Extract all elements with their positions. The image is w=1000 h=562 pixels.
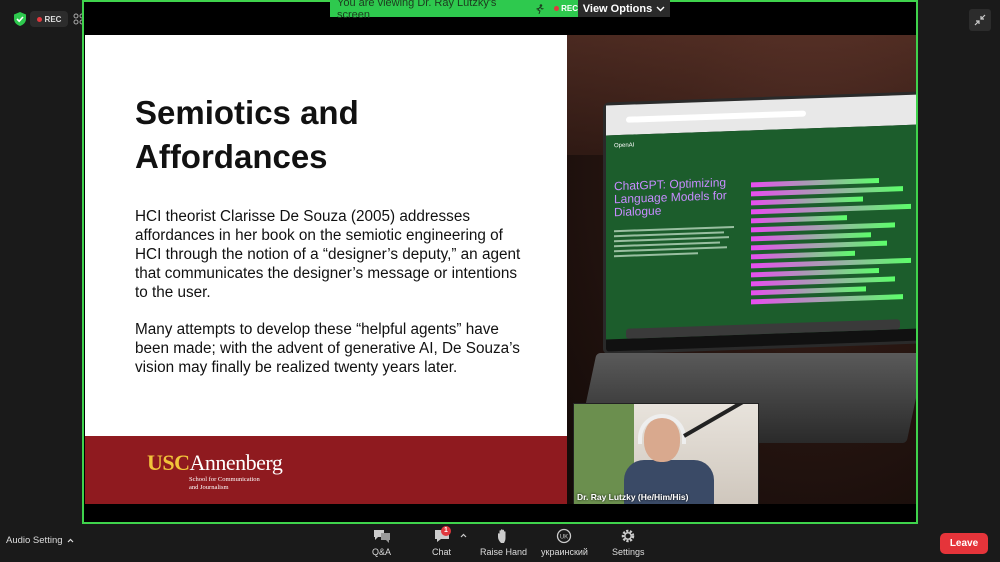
meeting-toolbar: Audio Setting Q&A 1 Chat Raise Hand UK у… bbox=[0, 524, 1000, 562]
laptop-photo: OpenAI ChatGPT: Optimizing Language Mode… bbox=[567, 35, 916, 504]
slide-footer: USCAnnenberg School for Communication an… bbox=[85, 436, 567, 504]
laptop-screen: OpenAI ChatGPT: Optimizing Language Mode… bbox=[603, 91, 916, 355]
openai-logo: OpenAI bbox=[614, 142, 635, 150]
qa-button[interactable]: Q&A bbox=[372, 528, 391, 557]
banner-rec-indicator: REC bbox=[554, 4, 578, 13]
viewing-screen-text: You are viewing Dr. Ray Lutzky's screen bbox=[337, 0, 497, 21]
microphone-arm bbox=[683, 404, 755, 438]
exit-fullscreen-button[interactable] bbox=[969, 9, 991, 31]
shared-screen: Semiotics and Affordances HCI theorist C… bbox=[82, 0, 918, 524]
logo-subtitle: School for Communication and Journalism bbox=[189, 476, 289, 492]
language-icon: UK bbox=[557, 528, 572, 544]
raise-hand-button[interactable]: Raise Hand bbox=[480, 528, 527, 557]
logo-subtitle-line: and Journalism bbox=[189, 484, 229, 491]
chatgpt-headline: ChatGPT: Optimizing Language Models for … bbox=[614, 175, 727, 220]
chevron-up-icon bbox=[67, 538, 73, 543]
qa-icon bbox=[373, 530, 390, 543]
exit-fullscreen-icon bbox=[974, 14, 986, 26]
openai-webpage: OpenAI ChatGPT: Optimizing Language Mode… bbox=[606, 124, 916, 340]
gradient-stripes bbox=[751, 177, 911, 333]
settings-icon bbox=[622, 529, 635, 543]
language-interpretation-button[interactable]: UK украинский bbox=[541, 528, 588, 557]
chatgpt-body-text bbox=[614, 226, 734, 260]
slide-paragraph-1: HCI theorist Clarisse De Souza (2005) ad… bbox=[135, 208, 521, 301]
chat-label: Chat bbox=[432, 547, 452, 557]
raise-hand-label: Raise Hand bbox=[480, 547, 528, 557]
presentation-slide: Semiotics and Affordances HCI theorist C… bbox=[85, 35, 567, 504]
shield-check-icon[interactable] bbox=[14, 12, 26, 26]
view-options-button[interactable]: View Options bbox=[578, 0, 670, 17]
slide-paragraph-2: Many attempts to develop these “helpful … bbox=[135, 321, 520, 376]
participant-video[interactable]: Dr. Ray Lutzky (He/Him/His) bbox=[573, 403, 759, 504]
headset-icon bbox=[638, 414, 686, 444]
participant-name: Dr. Ray Lutzky (He/Him/His) bbox=[577, 492, 689, 502]
language-label: украинский bbox=[541, 547, 588, 557]
logo-usc-text: USC bbox=[147, 450, 190, 475]
banner-rec-label: REC bbox=[561, 4, 578, 13]
logo-subtitle-line: School for Communication bbox=[189, 476, 260, 483]
settings-label: Settings bbox=[612, 547, 645, 557]
running-man-icon bbox=[536, 3, 544, 14]
slide-title-line: Semiotics and bbox=[135, 94, 359, 131]
chevron-up-icon[interactable] bbox=[460, 533, 467, 538]
audio-setting-button[interactable]: Audio Setting bbox=[6, 535, 74, 546]
rec-dot-icon bbox=[36, 16, 42, 22]
zoom-meeting-window: REC Semiotics and Affordances HCI theori… bbox=[0, 0, 1000, 562]
rec-label: REC bbox=[44, 14, 62, 24]
browser-url-bar bbox=[626, 110, 806, 123]
chat-unread-badge: 1 bbox=[441, 526, 451, 536]
slide-title: Semiotics and Affordances bbox=[135, 91, 515, 179]
svg-text:UK: UK bbox=[560, 535, 568, 541]
rec-dot-icon bbox=[554, 6, 560, 11]
logo-annenberg-text: Annenberg bbox=[189, 450, 283, 475]
recording-indicator[interactable]: REC bbox=[30, 11, 68, 27]
qa-label: Q&A bbox=[372, 547, 392, 557]
leave-button[interactable]: Leave bbox=[940, 533, 988, 554]
raise-hand-icon bbox=[497, 529, 506, 543]
settings-button[interactable]: Settings bbox=[612, 528, 645, 557]
screen-share-banner: You are viewing Dr. Ray Lutzky's screen … bbox=[330, 0, 578, 21]
chevron-down-icon bbox=[656, 6, 665, 11]
audio-setting-label: Audio Setting bbox=[6, 535, 63, 546]
slide-title-line: Affordances bbox=[135, 138, 328, 175]
chat-button[interactable]: 1 Chat bbox=[432, 526, 452, 557]
usc-annenberg-logo: USCAnnenberg bbox=[147, 450, 283, 476]
view-options-label: View Options bbox=[582, 2, 653, 15]
